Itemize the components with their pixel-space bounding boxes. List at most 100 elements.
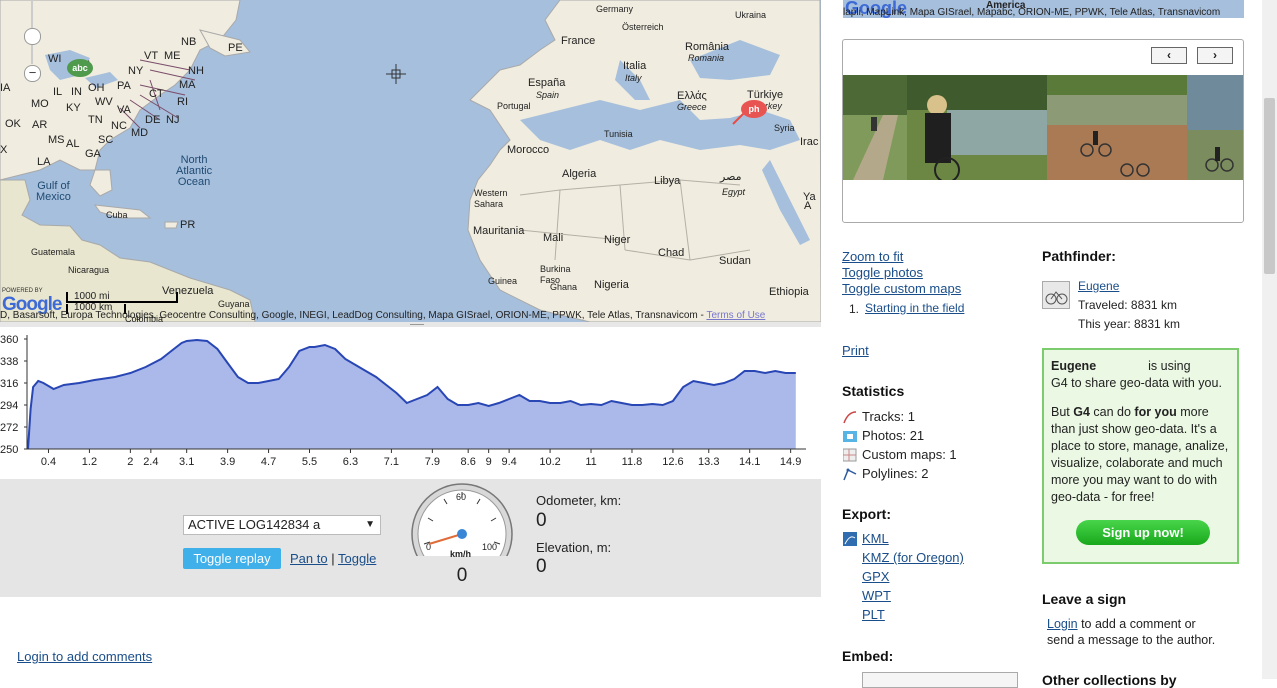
gauge-mid-label: 60: [456, 492, 466, 502]
photo-thumbnail[interactable]: [1047, 75, 1187, 180]
stat-custom-maps: Custom maps: 1: [862, 447, 957, 462]
grip-icon: [410, 324, 424, 327]
x-tick-label: 9: [486, 456, 492, 468]
list-number: 1.: [849, 302, 860, 316]
mini-map[interactable]: Google America lapli, MapLink, Mapa GISr…: [843, 0, 1244, 18]
map-label: AL: [66, 138, 80, 150]
export-plt-link[interactable]: PLT: [862, 607, 885, 622]
toggle-replay-button[interactable]: Toggle replay: [183, 548, 281, 569]
embed-code-field[interactable]: [862, 672, 1018, 688]
toggle-custom-maps-link[interactable]: Toggle custom maps: [842, 281, 961, 296]
elevation-area: [28, 340, 796, 449]
map-label: Nicaragua: [68, 265, 110, 275]
this-year-text: This year: 8831 km: [1078, 317, 1181, 331]
traveled-text: Traveled: 8831 km: [1078, 298, 1177, 312]
elevation-profile[interactable]: 360 338 316 294 272 250 0.4 1.2 2 2.4 3.1 3.9 4.7 5.5…: [0, 329, 821, 477]
track-select[interactable]: ACTIVE LOG142834 a ▼: [183, 515, 381, 535]
map-label: NH: [188, 65, 204, 77]
export-kmz-link[interactable]: KMZ (for Oregon): [862, 550, 964, 565]
toggle-photos-link[interactable]: Toggle photos: [842, 265, 923, 280]
photo-thumbnail[interactable]: [843, 75, 907, 180]
embed-heading: Embed:: [842, 648, 894, 664]
map-label: Romania: [688, 53, 725, 63]
scrollbar-thumb[interactable]: [1264, 98, 1275, 274]
prev-photo-button[interactable]: ‹: [1151, 47, 1187, 64]
leave-sign-text2: send a message to the author.: [1047, 633, 1216, 647]
zoom-slider-handle[interactable]: [24, 28, 41, 45]
map-label: NJ: [166, 114, 180, 126]
x-tick-label: 0.4: [41, 456, 56, 468]
map-label: IL: [53, 86, 63, 98]
map-view[interactable]: − PE NB VT ME NH NY MA CT RI PA NJ DE MD…: [0, 0, 821, 327]
map-label: PA: [117, 80, 131, 92]
login-link[interactable]: Login: [1047, 617, 1078, 631]
y-tick-label: 294: [0, 400, 18, 412]
map-label: Irac: [800, 136, 819, 148]
map-label: Portugal: [497, 101, 531, 111]
next-photo-button[interactable]: ›: [1197, 47, 1233, 64]
map-label: TN: [88, 114, 103, 126]
x-tick-label: 2: [127, 456, 133, 468]
x-tick-label: 8.6: [461, 456, 476, 468]
map-label: IN: [71, 86, 82, 98]
promo-but: But: [1051, 405, 1074, 419]
map-label: RI: [177, 96, 188, 108]
map-label: DE: [145, 114, 161, 126]
other-collections-heading: Other collections by: [1042, 672, 1177, 688]
author-link[interactable]: Eugene: [1078, 279, 1119, 293]
attribution-text: D, Basarsoft, Europa Technologies, Geoce…: [0, 310, 707, 321]
map-label: LA: [37, 156, 51, 168]
avatar[interactable]: [1042, 281, 1070, 309]
photo-thumbnail[interactable]: [907, 75, 1047, 180]
map-label: OH: [88, 82, 105, 94]
promo-can-do: can do: [1089, 405, 1135, 419]
zoom-to-fit-link[interactable]: Zoom to fit: [842, 249, 903, 264]
custom-map-marker[interactable]: abc: [67, 59, 93, 77]
photo-thumbnail[interactable]: [1187, 75, 1243, 180]
login-to-comment-link[interactable]: Login to add comments: [17, 649, 152, 664]
sign-up-button[interactable]: Sign up now!: [1076, 520, 1210, 545]
map-label: IA: [0, 82, 11, 94]
map-label: MO: [31, 98, 49, 110]
map-label: GA: [85, 148, 101, 160]
x-tick-label: 10.2: [539, 456, 560, 468]
photo-strip: [843, 75, 1243, 180]
x-tick-label: 3.9: [220, 456, 235, 468]
photo-carousel: ‹ ›: [842, 39, 1244, 223]
dropdown-arrow-icon: ▼: [365, 519, 375, 530]
separator: |: [331, 551, 335, 566]
map-label: Ελλάς: [677, 90, 707, 102]
map-label: Guatemala: [31, 247, 76, 257]
speedometer-gauge: 0 60 100 km/h: [410, 483, 514, 566]
promo-g4: G4: [1073, 405, 1090, 419]
y-tick-label: 250: [0, 444, 18, 456]
stat-polylines: Polylines: 2: [862, 466, 929, 481]
zoom-out-button[interactable]: −: [24, 65, 41, 82]
map-label: Ghana: [550, 282, 578, 292]
promo-using: is using: [1148, 359, 1191, 373]
toggle-link[interactable]: Toggle: [338, 551, 376, 566]
speed-value: 0: [456, 565, 468, 586]
gauge-max-label: 100: [482, 542, 497, 552]
terms-link[interactable]: Terms of Use: [706, 310, 765, 321]
pan-to-link[interactable]: Pan to: [290, 551, 328, 566]
export-kml-link[interactable]: KML: [862, 531, 889, 546]
scale-miles: 1000 mi: [74, 291, 110, 302]
photo-marker[interactable]: ph: [741, 100, 767, 118]
map-label: Spain: [536, 90, 560, 100]
odometer-value: 0: [536, 510, 547, 531]
replay-links: Pan to | Toggle: [290, 551, 376, 566]
starting-in-field-link[interactable]: Starting in the field: [865, 301, 964, 315]
chevron-right-icon: ›: [1213, 48, 1217, 62]
replay-panel: ACTIVE LOG142834 a ▼ Toggle replay Pan t…: [0, 479, 821, 597]
stat-photos: Photos: 21: [862, 428, 925, 443]
bike-icon: [1045, 291, 1068, 305]
map-label: France: [561, 35, 596, 47]
export-gpx-link[interactable]: GPX: [862, 569, 889, 584]
y-tick-label: 272: [0, 422, 18, 434]
map-label: Nigeria: [594, 279, 629, 291]
export-wpt-link[interactable]: WPT: [862, 588, 891, 603]
print-link[interactable]: Print: [842, 343, 869, 358]
pathfinder-heading: Pathfinder:: [1042, 248, 1116, 264]
map-label: Cuba: [106, 210, 128, 220]
